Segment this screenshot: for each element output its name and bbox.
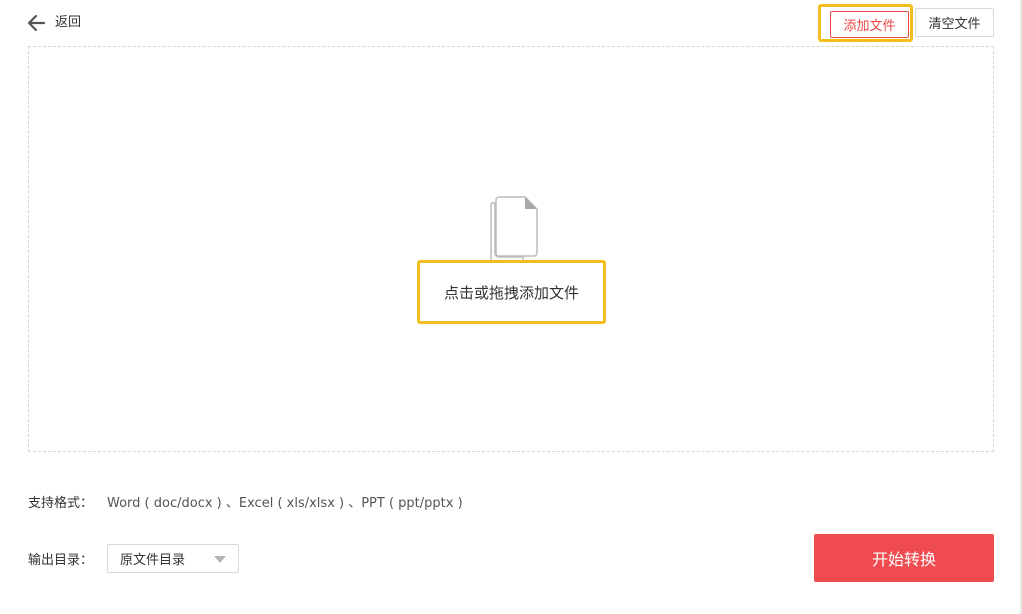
add-files-highlight: 添加文件: [818, 4, 913, 42]
output-directory: 输出目录： 原文件目录: [28, 544, 240, 573]
drop-hint-text: 点击或拖拽添加文件: [443, 283, 579, 302]
converter-page: 返回 添加文件 清空文件 点击或拖拽添加文件 支持格式： Word ( doc/…: [0, 0, 1022, 614]
formats-label: 支持格式：: [28, 495, 94, 511]
back-button[interactable]: 返回: [26, 12, 81, 34]
formats-value: Word ( doc/docx ) 、Excel ( xls/xlsx ) 、P…: [107, 495, 463, 511]
add-files-button[interactable]: 添加文件: [830, 11, 909, 38]
output-directory-select[interactable]: 原文件目录: [107, 544, 240, 573]
arrow-left-icon: [27, 14, 46, 32]
chevron-down-icon: [214, 556, 227, 563]
drop-hint-highlight[interactable]: 点击或拖拽添加文件: [417, 260, 606, 324]
output-label: 输出目录：: [28, 553, 94, 568]
start-conversion-button[interactable]: 开始转换: [814, 534, 994, 582]
file-copy-icon: [490, 196, 538, 264]
clear-files-button[interactable]: 清空文件: [915, 8, 994, 37]
back-label: 返回: [55, 15, 82, 30]
supported-formats: 支持格式： Word ( doc/docx ) 、Excel ( xls/xls…: [28, 492, 463, 511]
output-selected-value: 原文件目录: [120, 553, 186, 568]
